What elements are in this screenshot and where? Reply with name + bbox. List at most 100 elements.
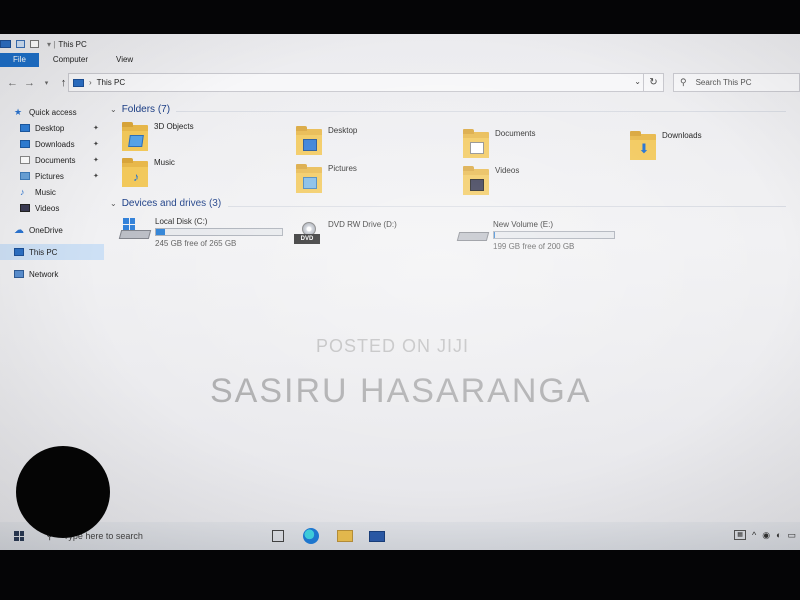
network-status-icon[interactable]: ◉: [762, 530, 770, 541]
desktop-icon: [20, 124, 30, 132]
music-folder-icon: ♪: [122, 158, 148, 188]
folder-documents[interactable]: Documents: [463, 129, 535, 159]
sidebar-item-label: Downloads: [35, 139, 75, 149]
title-bar: ▾ | This PC: [0, 34, 800, 54]
folder-3d-objects[interactable]: 3D Objects: [122, 122, 194, 152]
folder-downloads[interactable]: ⬇ Downloads: [630, 131, 702, 161]
properties-icon[interactable]: [16, 40, 25, 48]
downloads-folder-icon: ⬇: [630, 131, 656, 161]
cloud-icon: ☁: [14, 224, 24, 236]
recent-locations-icon[interactable]: ▾: [38, 79, 55, 87]
edge-browser-icon[interactable]: [303, 528, 319, 544]
mail-icon[interactable]: [369, 531, 385, 542]
sidebar-item-onedrive[interactable]: ☁ OneDrive: [0, 222, 104, 238]
sidebar-item-desktop[interactable]: Desktop ✦: [0, 120, 104, 136]
folder-label: Music: [154, 158, 175, 167]
tab-computer[interactable]: Computer: [39, 53, 102, 67]
chevron-down-icon[interactable]: ⌄: [110, 199, 117, 208]
forward-arrow-icon[interactable]: →: [21, 77, 38, 89]
navigation-pane: ★ Quick access Desktop ✦ Downloads ✦ Doc…: [0, 104, 104, 504]
folder-pictures[interactable]: Pictures: [296, 164, 357, 194]
refresh-icon[interactable]: ↻: [643, 74, 663, 91]
system-tray: ▦ ^ ◉ ◐ ▭: [734, 530, 796, 541]
tab-view[interactable]: View: [102, 53, 147, 67]
new-folder-icon[interactable]: [30, 40, 39, 48]
address-bar[interactable]: › This PC ⌄ ↻: [68, 73, 664, 92]
file-explorer-window: ▾ | This PC File Computer View ← → ▾ ↑ ›…: [0, 34, 800, 550]
sidebar-item-label: Network: [29, 269, 59, 279]
windows-start-icon[interactable]: [14, 531, 24, 541]
folders-header-label: Folders (7): [121, 104, 171, 115]
taskbar: ⚲ Type here to search ▦ ^ ◉ ◐ ▭: [0, 522, 800, 550]
section-divider: [176, 111, 786, 112]
customize-quick-access-icon[interactable]: ▾ |: [47, 40, 55, 49]
documents-folder-icon: [463, 129, 489, 159]
sidebar-item-network[interactable]: Network: [0, 266, 104, 282]
section-divider: [228, 206, 786, 207]
drive-c[interactable]: Local Disk (C:) 245 GB free of 265 GB: [118, 217, 300, 258]
file-explorer-icon[interactable]: [337, 530, 353, 542]
pin-icon: ✦: [93, 125, 99, 132]
devices-group-header[interactable]: ⌄ Devices and drives (3): [110, 198, 221, 209]
chevron-down-icon[interactable]: ⌄: [110, 105, 117, 114]
search-input[interactable]: ⚲ Search This PC: [673, 73, 800, 92]
pin-icon: ✦: [93, 141, 99, 148]
folder-label: Downloads: [662, 131, 702, 140]
search-placeholder: Search This PC: [695, 78, 752, 87]
download-icon: [20, 140, 30, 148]
address-row: ← → ▾ ↑ › This PC ⌄ ↻ ⚲ Search This PC: [0, 72, 800, 94]
sidebar-item-downloads[interactable]: Downloads ✦: [0, 136, 104, 152]
sidebar-item-videos[interactable]: Videos: [0, 200, 104, 216]
folder-label: Videos: [495, 166, 520, 175]
chevron-up-icon[interactable]: ^: [752, 530, 756, 541]
sidebar-item-label: This PC: [29, 247, 58, 257]
sidebar-item-pictures[interactable]: Pictures ✦: [0, 168, 104, 184]
folder-desktop[interactable]: Desktop: [296, 126, 357, 156]
drive-free-space: 199 GB free of 200 GB: [493, 242, 575, 251]
sidebar-item-documents[interactable]: Documents ✦: [0, 152, 104, 168]
videos-icon: [20, 204, 30, 212]
desktop-folder-icon: [296, 126, 322, 156]
sidebar-item-label: Desktop: [35, 123, 65, 133]
chevron-down-icon[interactable]: ⌄: [634, 77, 641, 86]
tab-file[interactable]: File: [0, 53, 39, 67]
local-disk-icon: [118, 218, 152, 242]
drive-label: New Volume (E:): [493, 220, 554, 229]
document-icon: [20, 156, 30, 164]
keyboard-icon[interactable]: ▦: [734, 530, 746, 540]
folder-label: 3D Objects: [154, 122, 194, 131]
3d-objects-icon: [122, 122, 148, 152]
folder-label: Desktop: [328, 126, 358, 135]
drive-usage-fill: [494, 232, 495, 238]
back-arrow-icon[interactable]: ←: [4, 77, 21, 89]
watermark-line-2: SASIRU HASARANGA: [210, 372, 592, 410]
pin-icon: ✦: [93, 173, 99, 180]
computer-icon: [14, 248, 24, 256]
sidebar-item-this-pc[interactable]: This PC: [0, 244, 104, 260]
folder-music[interactable]: ♪ Music: [122, 158, 175, 188]
star-icon: ★: [14, 106, 23, 117]
network-icon: [14, 270, 24, 278]
drive-d[interactable]: DVD DVD RW Drive (D:): [294, 220, 454, 252]
task-view-icon[interactable]: [272, 530, 284, 542]
chevron-right-icon[interactable]: ›: [89, 78, 92, 87]
drive-usage-bar: [155, 228, 283, 236]
folders-group-header[interactable]: ⌄ Folders (7): [110, 104, 170, 115]
volume-icon[interactable]: ◐: [776, 530, 781, 541]
dvd-badge: DVD: [294, 234, 320, 244]
drive-free-space: 245 GB free of 265 GB: [155, 239, 237, 248]
folder-videos[interactable]: Videos: [463, 166, 519, 196]
watermark-line-1: POSTED ON JIJI: [316, 336, 470, 356]
videos-folder-icon: [463, 166, 489, 196]
drive-label: Local Disk (C:): [155, 217, 208, 226]
volume-disk-icon: [456, 222, 490, 246]
drive-label: DVD RW Drive (D:): [328, 220, 397, 229]
ribbon-tabs: File Computer View: [0, 53, 800, 67]
address-path[interactable]: This PC: [97, 78, 125, 87]
sidebar-item-label: Quick access: [29, 107, 77, 117]
sidebar-item-music[interactable]: ♪ Music: [0, 184, 104, 200]
notifications-icon[interactable]: ▭: [787, 530, 796, 541]
sidebar-item-label: Music: [35, 187, 56, 197]
sidebar-item-quick-access[interactable]: ★ Quick access: [0, 104, 104, 120]
drive-e[interactable]: New Volume (E:) 199 GB free of 200 GB: [456, 220, 638, 262]
